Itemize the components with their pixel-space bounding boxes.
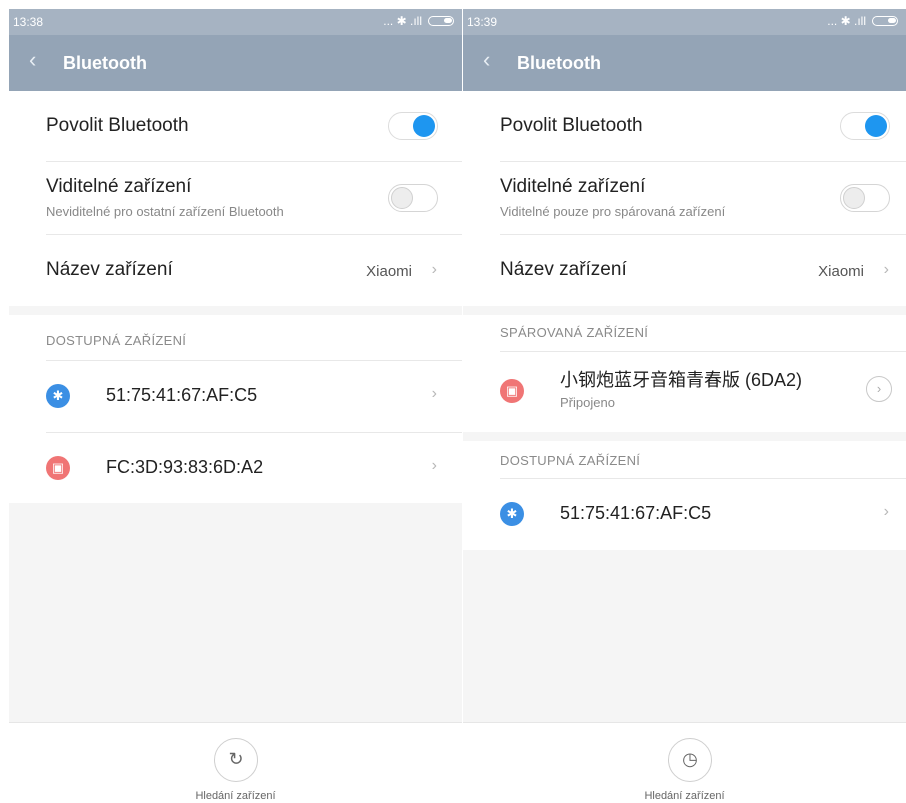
- device-details-button[interactable]: ›: [866, 376, 892, 402]
- back-icon[interactable]: ‹: [483, 49, 490, 71]
- device-name-value: Xiaomi: [366, 263, 412, 280]
- title-bar: ‹ Bluetooth: [9, 35, 462, 91]
- device-name-value: Xiaomi: [818, 263, 864, 280]
- visible-device-sublabel: Neviditelné pro ostatní zařízení Bluetoo…: [46, 204, 284, 219]
- settings-section: Povolit Bluetooth Viditelné zařízení Nev…: [9, 91, 462, 306]
- chevron-right-icon: ›: [431, 457, 437, 474]
- enable-bluetooth-row[interactable]: Povolit Bluetooth: [9, 91, 462, 161]
- right-screen: 13:39 ... ✱ .ıll ‹ Bluetooth Povolit Blu…: [463, 9, 906, 803]
- visible-device-row[interactable]: Viditelné zařízení Neviditelné pro ostat…: [9, 162, 462, 234]
- visible-device-row[interactable]: Viditelné zařízení Viditelné pouze pro s…: [463, 162, 906, 234]
- visible-device-toggle[interactable]: [388, 184, 438, 212]
- left-screen: 13:38 ... ✱ .ıll ‹ Bluetooth Povolit Blu…: [9, 9, 462, 803]
- visible-device-sublabel: Viditelné pouze pro spárovaná zařízení: [500, 204, 726, 219]
- device-row-name: FC:3D:93:83:6D:A2: [106, 457, 264, 477]
- status-bar: 13:39 ... ✱ .ıll: [463, 9, 906, 35]
- bottom-bar: ◷ Hledání zařízení: [463, 722, 906, 803]
- enable-bluetooth-row[interactable]: Povolit Bluetooth: [463, 91, 906, 161]
- visible-device-label: Viditelné zařízení: [500, 176, 646, 197]
- status-bar: 13:38 ... ✱ .ıll: [9, 9, 462, 35]
- paired-devices-header: SPÁROVANÁ ZAŘÍZENÍ: [500, 325, 649, 340]
- back-icon[interactable]: ‹: [29, 49, 36, 71]
- chevron-right-icon: ›: [883, 503, 889, 520]
- toggle-knob: [843, 187, 865, 209]
- device-row[interactable]: ▣ FC:3D:93:83:6D:A2 ›: [9, 433, 462, 503]
- device-name-label: Název zařízení: [46, 259, 173, 280]
- page-title: Bluetooth: [517, 53, 601, 73]
- bottom-bar: ↻ Hledání zařízení: [9, 722, 462, 803]
- available-devices-section: DOSTUPNÁ ZAŘÍZENÍ ✱ 51:75:41:67:AF:C5 ›: [463, 441, 906, 550]
- enable-bluetooth-toggle[interactable]: [388, 112, 438, 140]
- available-devices-header: DOSTUPNÁ ZAŘÍZENÍ: [46, 333, 187, 348]
- chevron-right-icon: ›: [883, 261, 889, 278]
- chevron-right-icon: ›: [431, 261, 437, 278]
- settings-section: Povolit Bluetooth Viditelné zařízení Vid…: [463, 91, 906, 306]
- device-name-label: Název zařízení: [500, 259, 627, 280]
- enable-bluetooth-label: Povolit Bluetooth: [46, 115, 189, 136]
- bluetooth-icon: ✱: [46, 384, 70, 408]
- toggle-knob: [413, 115, 435, 137]
- speaker-icon: ▣: [46, 456, 70, 480]
- title-bar: ‹ Bluetooth: [463, 35, 906, 91]
- status-time: 13:39: [467, 15, 498, 29]
- available-devices-section: DOSTUPNÁ ZAŘÍZENÍ ✱ 51:75:41:67:AF:C5 › …: [9, 315, 462, 503]
- timer-icon: ◷: [682, 749, 698, 769]
- device-name-row[interactable]: Název zařízení Xiaomi ›: [463, 235, 906, 306]
- device-row[interactable]: ✱ 51:75:41:67:AF:C5 ›: [9, 361, 462, 432]
- chevron-right-icon: ›: [431, 385, 437, 402]
- visible-device-label: Viditelné zařízení: [46, 176, 192, 197]
- status-indicators: ... ✱ .ıll: [827, 14, 866, 28]
- status-time: 13:38: [13, 15, 44, 29]
- device-row[interactable]: ✱ 51:75:41:67:AF:C5 ›: [463, 479, 906, 550]
- refresh-icon: ↻: [228, 749, 244, 769]
- paired-device-name: 小钢炮蓝牙音箱青春版 (6DA2): [560, 370, 803, 390]
- scan-timer-button[interactable]: ◷: [668, 738, 712, 782]
- toggle-knob: [391, 187, 413, 209]
- paired-devices-section: SPÁROVANÁ ZAŘÍZENÍ ▣ 小钢炮蓝牙音箱青春版 (6DA2) P…: [463, 315, 906, 432]
- paired-device-row[interactable]: ▣ 小钢炮蓝牙音箱青春版 (6DA2) Připojeno ›: [463, 352, 906, 432]
- page-title: Bluetooth: [63, 53, 147, 73]
- battery-icon: [872, 16, 898, 26]
- toggle-knob: [865, 115, 887, 137]
- status-indicators: ... ✱ .ıll: [383, 14, 422, 28]
- status-icons: ... ✱ .ıll: [827, 14, 898, 28]
- status-icons: ... ✱ .ıll: [383, 14, 454, 28]
- paired-device-status: Připojeno: [560, 395, 615, 410]
- enable-bluetooth-label: Povolit Bluetooth: [500, 115, 643, 136]
- device-name-row[interactable]: Název zařízení Xiaomi ›: [9, 235, 462, 306]
- scan-label: Hledání zařízení: [195, 790, 276, 802]
- available-devices-header: DOSTUPNÁ ZAŘÍZENÍ: [500, 453, 641, 468]
- bluetooth-icon: ✱: [500, 502, 524, 526]
- battery-icon: [428, 16, 454, 26]
- chevron-right-icon: ›: [876, 381, 882, 396]
- device-row-name: 51:75:41:67:AF:C5: [106, 385, 258, 405]
- scan-label: Hledání zařízení: [644, 790, 725, 802]
- visible-device-toggle[interactable]: [840, 184, 890, 212]
- speaker-icon: ▣: [500, 379, 524, 403]
- enable-bluetooth-toggle[interactable]: [840, 112, 890, 140]
- device-row-name: 51:75:41:67:AF:C5: [560, 503, 712, 523]
- scan-refresh-button[interactable]: ↻: [214, 738, 258, 782]
